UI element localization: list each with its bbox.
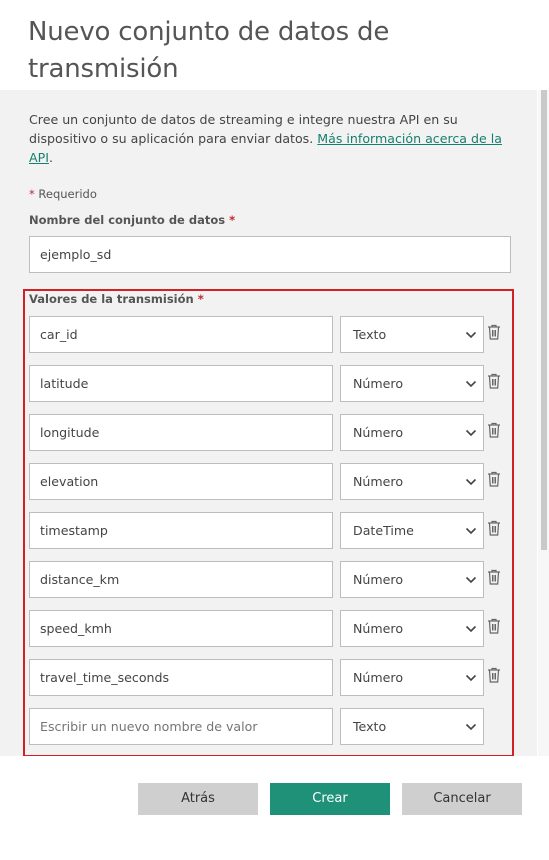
scrollbar-thumb[interactable] bbox=[541, 90, 547, 550]
dataset-name-label-text: Nombre del conjunto de datos bbox=[29, 213, 226, 227]
description-end: . bbox=[48, 150, 53, 165]
dataset-name-input[interactable] bbox=[29, 236, 511, 273]
back-button[interactable]: Atrás bbox=[138, 783, 258, 815]
required-asterisk: * bbox=[29, 187, 35, 201]
dialog-header: Nuevo conjunto de datos de transmisión bbox=[0, 0, 549, 90]
dialog-title: Nuevo conjunto de datos de transmisión bbox=[28, 17, 390, 84]
highlight-frame bbox=[23, 289, 514, 757]
required-asterisk: * bbox=[229, 213, 236, 227]
cancel-button[interactable]: Cancelar bbox=[402, 783, 522, 815]
required-text: Requerido bbox=[38, 187, 97, 201]
description: Cree un conjunto de datos de streaming e… bbox=[29, 110, 509, 167]
scrollbar[interactable] bbox=[538, 90, 549, 756]
required-note: * Requerido bbox=[29, 187, 97, 201]
dialog-footer: Atrás Crear Cancelar bbox=[0, 756, 549, 860]
dataset-name-label: Nombre del conjunto de datos * bbox=[29, 213, 235, 227]
create-button[interactable]: Crear bbox=[270, 783, 390, 815]
